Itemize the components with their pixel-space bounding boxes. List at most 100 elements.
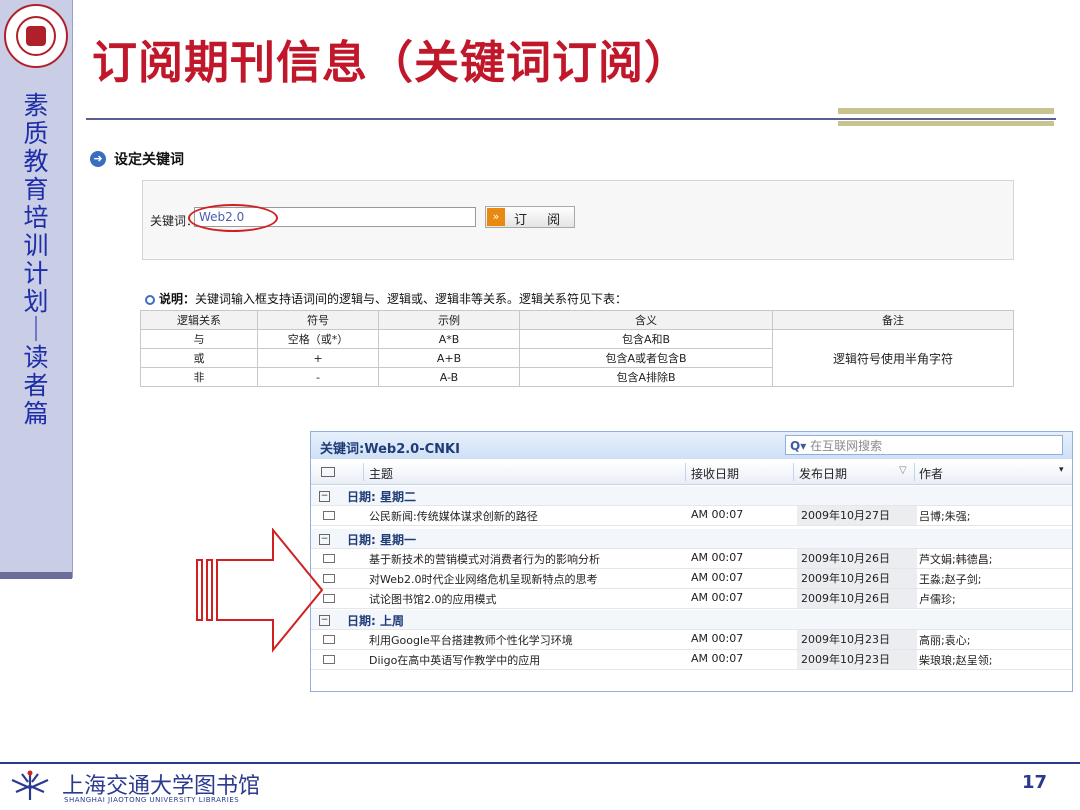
footer-divider	[0, 762, 1080, 764]
collapse-toggle-icon[interactable]: −	[319, 491, 330, 502]
column-divider	[685, 463, 686, 481]
feed-panel-title: 关键词:Web2.0-CNKI	[320, 442, 460, 457]
mail-published: 2009年10月26日	[797, 569, 917, 588]
arrow-circle-icon: ➜	[90, 151, 106, 167]
mail-row[interactable]: 公民新闻:传统媒体谋求创新的路径 AM 00:07 2009年10月27日 吕博…	[311, 506, 1072, 526]
mail-author: 王淼;赵子剑;	[919, 573, 982, 586]
mail-received: AM 00:07	[691, 571, 744, 584]
keyword-panel-title: 设定关键词	[114, 152, 184, 168]
table-cell: 非	[140, 367, 258, 387]
mail-author: 柴琅琅;赵呈领;	[919, 654, 993, 667]
double-chevron-icon: »	[487, 208, 505, 226]
red-arrow-icon	[196, 528, 324, 653]
subscribe-label: 订 阅	[514, 213, 569, 228]
logic-note: 说明：关键词输入框支持语词间的逻辑与、逻辑或、逻辑非等关系。逻辑关系符见下表：	[145, 290, 627, 307]
mail-received: AM 00:07	[691, 591, 744, 604]
mail-author: 卢儒珍;	[919, 593, 956, 606]
table-cell: A-B	[378, 367, 520, 387]
table-cell: 与	[140, 329, 258, 349]
mail-subject: Diigo在高中英语写作教学中的应用	[369, 654, 541, 667]
library-name-en: SHANGHAI JIAOTONG UNIVERSITY LIBRARIES	[64, 796, 240, 804]
mail-row[interactable]: 利用Google平台搭建教师个性化学习环境 AM 00:07 2009年10月2…	[311, 630, 1072, 650]
feed-mail-panel: 关键词:Web2.0-CNKI Q▾ 在互联网搜索 主题 接收日期 发布日期 ▽…	[310, 431, 1073, 692]
mail-row[interactable]: Diigo在高中英语写作教学中的应用 AM 00:07 2009年10月23日 …	[311, 650, 1072, 670]
mail-received: AM 00:07	[691, 632, 744, 645]
group-label: 日期: 星期二	[347, 490, 416, 504]
table-cell: A*B	[378, 329, 520, 349]
title-decor-bar	[838, 108, 1054, 114]
search-placeholder: 在互联网搜索	[810, 439, 883, 453]
table-header: 含义	[519, 310, 773, 330]
dropdown-arrow-icon[interactable]: ▾	[1059, 465, 1064, 475]
table-cell: 包含A排除B	[519, 367, 773, 387]
mail-published: 2009年10月26日	[797, 549, 917, 568]
column-divider	[914, 463, 915, 481]
table-row: 与 空格（或*） A*B 包含A和B 逻辑符号使用半角字符	[140, 329, 1014, 387]
table-cell: A+B	[378, 348, 520, 368]
sidebar-footer-bar	[0, 572, 72, 579]
column-published[interactable]: 发布日期	[799, 465, 847, 482]
mail-row[interactable]: 试论图书馆2.0的应用模式 AM 00:07 2009年10月26日 卢儒珍;	[311, 589, 1072, 609]
mail-received: AM 00:07	[691, 551, 744, 564]
mail-row[interactable]: 对Web2.0时代企业网络危机呈现新特点的思考 AM 00:07 2009年10…	[311, 569, 1072, 589]
table-remark-cell: 逻辑符号使用半角字符	[772, 329, 1014, 387]
slide-title: 订阅期刊信息（关键词订阅）	[92, 36, 691, 89]
column-received[interactable]: 接收日期	[691, 465, 739, 482]
column-subject[interactable]: 主题	[369, 465, 393, 482]
mail-received: AM 00:07	[691, 652, 744, 665]
table-header: 逻辑关系	[140, 310, 258, 330]
circle-bullet-icon	[145, 295, 155, 305]
mail-subject: 对Web2.0时代企业网络危机呈现新特点的思考	[369, 573, 598, 586]
keyword-panel-header: ➜ 设定关键词	[88, 142, 1018, 178]
table-header: 示例	[378, 310, 520, 330]
table-cell: +	[257, 348, 379, 368]
table-header: 符号	[257, 310, 379, 330]
column-divider	[793, 463, 794, 481]
table-cell: 空格（或*）	[257, 329, 379, 349]
subscribe-button[interactable]: » 订 阅	[485, 206, 575, 228]
mail-published: 2009年10月23日	[797, 630, 917, 649]
search-icon: Q▾	[790, 439, 807, 453]
table-cell: 包含A和B	[519, 329, 773, 349]
mail-subject: 基于新技术的营销模式对消费者行为的影响分析	[369, 553, 600, 566]
title-divider	[86, 118, 1056, 120]
mail-author: 芦文娟;韩德昌;	[919, 553, 993, 566]
table-cell: 或	[140, 348, 258, 368]
envelope-icon	[321, 467, 335, 477]
group-label: 日期: 星期一	[347, 533, 416, 547]
mail-author: 高丽;袁心;	[919, 634, 971, 647]
group-header-row[interactable]: − 日期: 上周	[311, 610, 1072, 630]
mail-received: AM 00:07	[691, 508, 744, 521]
logic-rules-table: 逻辑关系 符号 示例 含义 备注 与 空格（或*） A*B 包含A和B 逻辑符号…	[140, 310, 1014, 387]
mail-published: 2009年10月27日	[797, 506, 917, 525]
table-cell: 包含A或者包含B	[519, 348, 773, 368]
mail-subject: 试论图书馆2.0的应用模式	[369, 593, 497, 606]
title-decor-bar	[838, 121, 1054, 126]
highlight-oval	[188, 204, 278, 232]
column-author[interactable]: 作者	[919, 465, 943, 482]
vertical-section-title: 素质教育培训计划｜读者篇	[23, 91, 49, 428]
table-header-row: 逻辑关系 符号 示例 含义 备注	[140, 310, 1014, 330]
column-divider	[363, 463, 364, 481]
library-logo-icon	[11, 770, 49, 800]
mail-subject: 利用Google平台搭建教师个性化学习环境	[369, 634, 573, 647]
group-header-row[interactable]: − 日期: 星期二	[311, 486, 1072, 506]
mail-author: 吕博;朱强;	[919, 510, 971, 523]
table-header: 备注	[772, 310, 1014, 330]
note-text: 关键词输入框支持语词间的逻辑与、逻辑或、逻辑非等关系。逻辑关系符见下表：	[195, 292, 628, 306]
page-number: 17	[1022, 772, 1048, 793]
university-seal-icon	[4, 4, 68, 68]
table-cell: -	[257, 367, 379, 387]
mail-column-headers: 主题 接收日期 发布日期 ▽ 作者 ▾	[311, 462, 1072, 485]
note-prefix: 说明：	[159, 292, 196, 306]
envelope-icon	[323, 655, 335, 664]
mail-subject: 公民新闻:传统媒体谋求创新的路径	[369, 510, 538, 523]
sort-arrow-icon[interactable]: ▽	[899, 465, 907, 476]
mail-published: 2009年10月23日	[797, 650, 917, 669]
group-header-row[interactable]: − 日期: 星期一	[311, 529, 1072, 549]
web-search-input[interactable]: Q▾ 在互联网搜索	[785, 435, 1063, 455]
mail-published: 2009年10月26日	[797, 589, 917, 608]
envelope-icon	[323, 511, 335, 520]
group-label: 日期: 上周	[347, 614, 404, 628]
mail-row[interactable]: 基于新技术的营销模式对消费者行为的影响分析 AM 00:07 2009年10月2…	[311, 549, 1072, 569]
